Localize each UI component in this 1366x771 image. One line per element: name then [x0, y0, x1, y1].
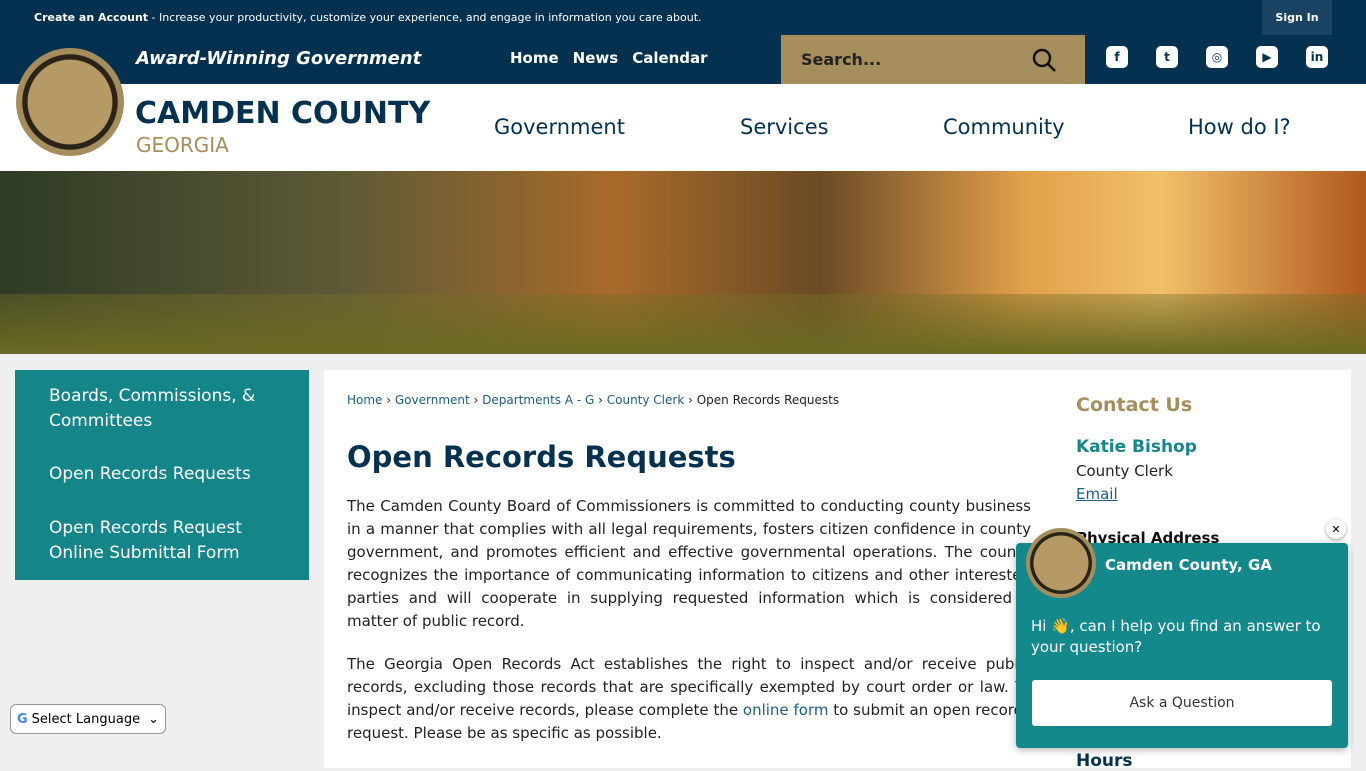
create-account-message: Create an Account - Increase your produc… — [34, 11, 702, 24]
instagram-icon[interactable]: ◎ — [1206, 46, 1228, 68]
chevron-down-icon: ⌄ — [148, 711, 159, 727]
language-select[interactable]: G Select Language ⌄ — [10, 704, 166, 734]
hours-heading: Hours — [1076, 751, 1133, 771]
sidebar-item-boards[interactable]: Boards, Commissions, & Committees — [49, 384, 279, 434]
breadcrumb-home[interactable]: Home — [347, 393, 382, 407]
sidebar-item-open-records[interactable]: Open Records Requests — [49, 462, 279, 487]
nav-services[interactable]: Services — [740, 115, 829, 139]
ask-question-button[interactable]: Ask a Question — [1032, 680, 1332, 726]
close-icon[interactable]: ✕ — [1326, 519, 1346, 539]
logo-title[interactable]: CAMDEN COUNTY — [135, 96, 430, 131]
contact-email-link[interactable]: Email — [1076, 485, 1118, 503]
sign-in-button[interactable]: Sign In — [1262, 0, 1332, 35]
online-form-link[interactable]: online form — [743, 701, 829, 719]
youtube-icon[interactable]: ▶ — [1256, 46, 1278, 68]
social-links: f t ◎ ▶ in — [1106, 46, 1328, 68]
search-icon[interactable] — [1031, 47, 1057, 73]
top-bar: Create an Account - Increase your produc… — [0, 0, 1366, 35]
intro-paragraph: The Camden County Board of Commissioners… — [347, 497, 1031, 630]
facebook-icon[interactable]: f — [1106, 46, 1128, 68]
breadcrumb-county-clerk[interactable]: County Clerk — [607, 393, 685, 407]
search-input[interactable] — [781, 50, 1031, 69]
chat-title: Camden County, GA — [1105, 556, 1272, 574]
contact-role: County Clerk — [1076, 462, 1173, 480]
search-box — [781, 35, 1085, 84]
twitter-icon[interactable]: t — [1156, 46, 1178, 68]
logo-subtitle: GEORGIA — [136, 133, 229, 157]
nav-community[interactable]: Community — [943, 115, 1065, 139]
breadcrumb: Home › Government › Departments A - G › … — [347, 393, 840, 407]
page-title: Open Records Requests — [347, 440, 736, 474]
linkedin-icon[interactable]: in — [1306, 46, 1328, 68]
nav-how-do-i[interactable]: How do I? — [1188, 115, 1291, 139]
tagline: Award-Winning Government — [136, 48, 422, 69]
open-records-paragraph: The Georgia Open Records Act establishes… — [347, 653, 1031, 745]
quick-link-home[interactable]: Home — [510, 49, 559, 67]
breadcrumb-departments[interactable]: Departments A - G — [482, 393, 594, 407]
nav-government[interactable]: Government — [494, 115, 625, 139]
chat-avatar — [1026, 528, 1096, 598]
create-account-link[interactable]: Create an Account — [34, 11, 148, 24]
quick-links: Home News Calendar — [510, 49, 708, 67]
hero-banner-image — [0, 171, 1366, 354]
breadcrumb-government[interactable]: Government — [395, 393, 470, 407]
sidebar-item-online-form[interactable]: Open Records Request Online Submittal Fo… — [49, 516, 279, 566]
county-seal-logo[interactable] — [16, 48, 124, 156]
quick-link-news[interactable]: News — [573, 49, 619, 67]
chat-message: Hi 👋, can I help you find an answer to y… — [1031, 617, 1321, 656]
account-message: - Increase your productivity, customize … — [148, 11, 702, 24]
language-selected: Select Language — [31, 711, 141, 727]
breadcrumb-current: Open Records Requests — [696, 393, 840, 407]
contact-heading: Contact Us — [1076, 394, 1193, 416]
sidebar-nav: Boards, Commissions, & Committees Open R… — [15, 370, 309, 580]
google-translate-icon: G — [17, 711, 28, 727]
quick-link-calendar[interactable]: Calendar — [632, 49, 707, 67]
contact-name: Katie Bishop — [1076, 437, 1197, 457]
